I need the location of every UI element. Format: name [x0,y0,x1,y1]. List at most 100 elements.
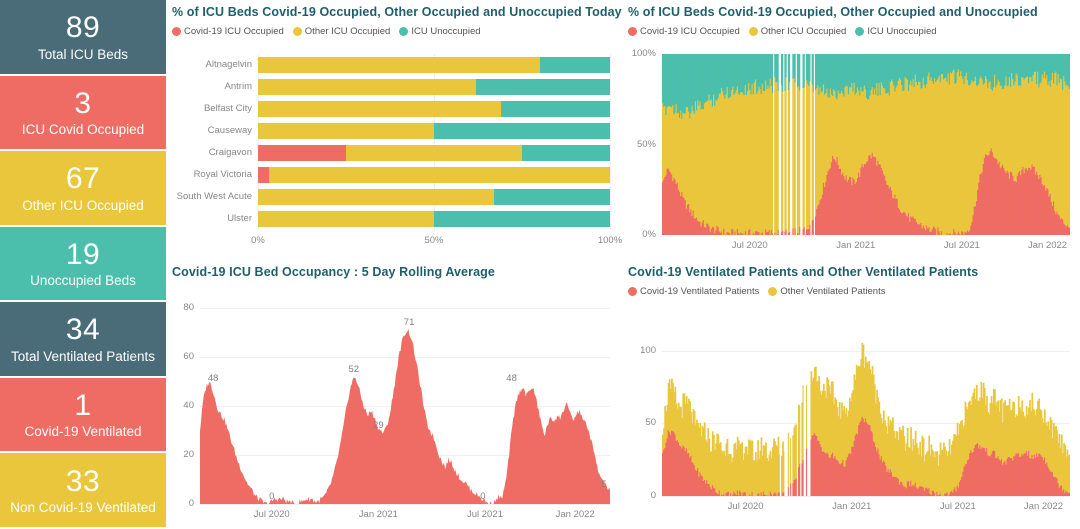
kpi-label: Other ICU Occupied [22,197,144,213]
legend-label: Covid-19 Ventilated Patients [640,286,760,297]
kpi-label: ICU Covid Occupied [21,122,145,138]
plot-area: 0 50 100 Jul 2020 Jan 2021 Jul 2021 Jan 2022 [628,308,1076,518]
kpi-label: Total Ventilated Patients [10,348,156,364]
bar-category-label: Craigavon [208,147,252,158]
x-axis-tick-label: Jul 2021 [939,501,976,512]
legend-swatch-icon [768,287,778,296]
kpi-card-total-icu-beds[interactable]: 89 Total ICU Beds [0,0,166,74]
bar-category-label: South West Acute [176,191,252,202]
x-axis-tick-label: Jul 2020 [731,240,768,251]
data-point-label: 5 [601,478,607,490]
data-point-label: 0 [269,491,275,502]
bar-segment[interactable] [258,189,494,205]
y-axis-tick-label: 0 [650,490,656,501]
legend-item-covid[interactable]: Covid-19 ICU Occupied [172,26,284,37]
y-axis-tick-label: 40 [183,400,194,411]
x-axis-tick-label: Jul 2021 [466,509,503,520]
kpi-value: 3 [74,86,92,120]
bar-row[interactable] [258,101,610,117]
bar-category-label: Antrim [224,81,252,92]
bar-segment[interactable] [493,189,610,205]
bar-segment[interactable] [258,167,269,183]
x-axis-tick-label: Jan 2022 [1028,240,1068,251]
y-axis-tick-label: 60 [183,351,194,362]
y-axis-tick-label: 100% [631,48,656,59]
legend-item-other[interactable]: Other ICU Occupied [292,26,390,37]
panel-icu-beds-today-by-hospital: % of ICU Beds Covid-19 Occupied, Other O… [166,0,622,260]
legend-swatch-icon [292,27,302,36]
bar-category-label: Royal Victoria [193,169,252,180]
plot-area: 0% 50% 100% Jul 2020 Jan 2021 Jul 2021 Jan 202… [628,48,1076,255]
kpi-card-covid-19-ventilated[interactable]: 1 Covid-19 Ventilated [0,377,166,452]
legend: Covid-19 ICU Occupied Other ICU Occupied… [628,26,1072,37]
bar-row[interactable] [258,123,610,139]
legend-item-covid[interactable]: Covid-19 ICU Occupied [628,26,740,37]
kpi-card-unoccupied-beds[interactable]: 19 Unoccupied Beds [0,226,166,301]
legend-item-other-ventilated[interactable]: Other Ventilated Patients [768,286,885,297]
kpi-card-other-icu-occupied[interactable]: 67 Other ICU Occupied [0,151,166,225]
bar-segment[interactable] [500,101,610,117]
bar-row[interactable] [258,189,610,205]
legend-swatch-icon [628,287,637,296]
kpi-value: 34 [65,313,101,347]
bar-segment[interactable] [434,211,610,227]
legend-item-other[interactable]: Other ICU Occupied [748,26,846,37]
data-point-label: 71 [403,317,415,329]
bar-segment[interactable] [476,79,610,95]
y-axis-tick-label: 0% [642,229,656,240]
rolling-average-area [200,328,610,504]
kpi-card-non-covid-19-ventilated[interactable]: 33 Non Covid-19 Ventilated [0,453,166,528]
legend: Covid-19 ICU Occupied Other ICU Occupied… [172,26,614,37]
bar-segment[interactable] [539,57,610,73]
panel-title: Covid-19 ICU Bed Occupancy : 5 Day Rolli… [172,265,495,279]
bar-segment[interactable] [258,57,540,73]
bar-row[interactable] [258,211,610,227]
bar-segment[interactable] [346,145,522,161]
data-point-label: 29 [373,419,384,431]
bar-row[interactable] [258,145,610,161]
x-axis-tick-label: Jul 2020 [727,501,764,512]
ventilated-stacked-area [662,342,1070,496]
x-axis-tick-label: 50% [424,235,444,246]
x-axis-tick-label: Jan 2021 [836,240,876,251]
x-axis-tick-label: Jul 2020 [253,509,290,520]
kpi-label: Unoccupied Beds [30,273,136,289]
panel-ventilated-patients: Covid-19 Ventilated Patients and Other V… [622,260,1080,529]
bar-segment[interactable] [434,123,610,139]
legend-item-unoccupied[interactable]: ICU Unoccupied [855,26,937,37]
legend-item-covid-ventilated[interactable]: Covid-19 Ventilated Patients [628,286,759,297]
bar-segment[interactable] [258,211,434,227]
panel-icu-beds-pct-over-time: % of ICU Beds Covid-19 Occupied, Other O… [622,0,1080,260]
bar-category-label: Altnagelvin [205,59,252,70]
legend-label: Other Ventilated Patients [780,286,886,297]
bar-category-label: Causeway [207,125,252,136]
x-axis-tick-label: 0% [251,235,265,246]
gridline [610,54,611,230]
x-axis-tick-label: Jul 2021 [943,240,980,251]
y-axis-tick-label: 20 [183,449,194,460]
bar-segment[interactable] [268,167,610,183]
bar-category-label: Belfast City [203,103,252,114]
y-axis-tick-label: 100 [640,344,656,356]
legend-item-unoccupied[interactable]: ICU Unoccupied [399,26,481,37]
bar-segment[interactable] [258,79,477,95]
kpi-label: Total ICU Beds [37,46,129,62]
bar-segment[interactable] [258,145,346,161]
legend-label: ICU Unoccupied [411,26,481,37]
legend-swatch-icon [628,27,637,36]
bar-segment[interactable] [258,123,434,139]
bar-segment[interactable] [258,101,501,117]
legend-swatch-icon [855,27,865,36]
plot-area: 0 20 40 60 80 48 0 52 29 71 0 48 5 Jul 2020 Jan 2021 Ju… [172,286,618,526]
gridline [200,504,610,505]
legend-swatch-icon [748,27,758,36]
y-axis-tick-label: 80 [183,302,194,313]
kpi-value: 19 [65,237,101,271]
bar-segment[interactable] [522,145,610,161]
bar-row[interactable] [258,79,610,95]
bar-row[interactable] [258,167,610,183]
kpi-card-icu-covid-occupied[interactable]: 3 ICU Covid Occupied [0,75,166,150]
legend-label: Covid-19 ICU Occupied [640,26,740,37]
kpi-card-total-ventilated-patients[interactable]: 34 Total Ventilated Patients [0,302,166,376]
bar-row[interactable] [258,57,610,73]
